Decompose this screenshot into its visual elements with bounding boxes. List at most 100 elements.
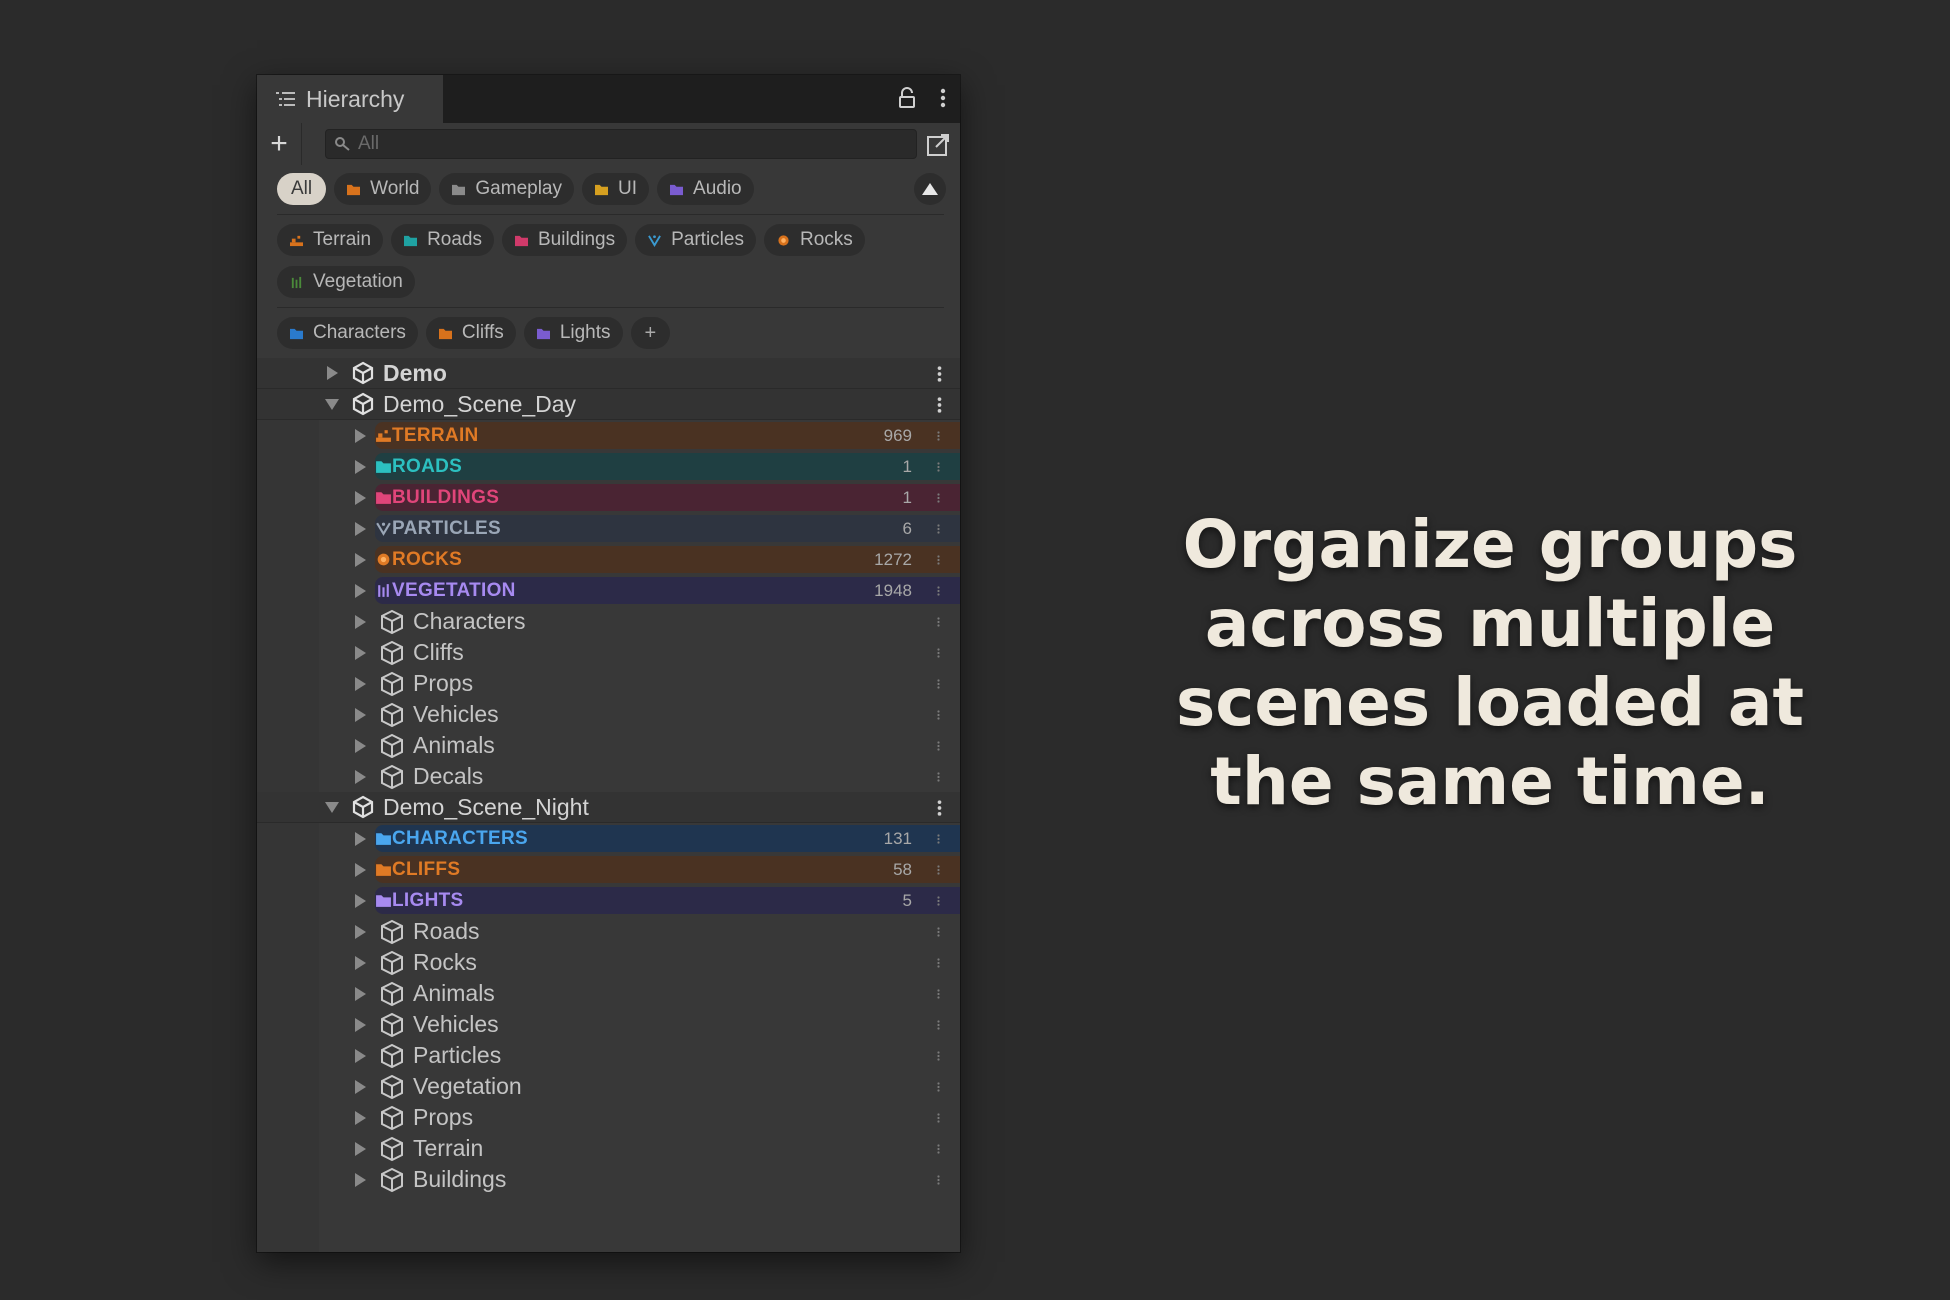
chip-all[interactable]: All — [277, 173, 327, 205]
triangle-right-icon[interactable] — [353, 738, 367, 753]
item-menu-icon[interactable] — [937, 894, 940, 908]
triangle-right-icon[interactable] — [353, 862, 367, 877]
item-menu-icon[interactable] — [937, 708, 940, 722]
chip-lights[interactable]: Lights — [523, 317, 623, 349]
triangle-right-icon[interactable] — [353, 490, 367, 505]
scene-menu-icon[interactable] — [937, 798, 942, 818]
chip-cliffs[interactable]: Cliffs — [425, 317, 516, 349]
item-menu-icon[interactable] — [937, 522, 940, 536]
group-row[interactable]: CHARACTERS 131 — [257, 823, 960, 854]
item-menu-icon[interactable] — [937, 739, 940, 753]
triangle-right-icon[interactable] — [325, 366, 339, 380]
group-badge[interactable]: ROADS 1 — [375, 453, 960, 480]
triangle-right-icon[interactable] — [353, 521, 367, 536]
triangle-right-icon[interactable] — [353, 769, 367, 784]
tree-item[interactable]: Roads — [257, 916, 960, 947]
group-row[interactable]: TERRAIN 969 — [257, 420, 960, 451]
chip-roads[interactable]: Roads — [391, 224, 494, 256]
triangle-right-icon[interactable] — [353, 1110, 367, 1125]
item-menu-icon[interactable] — [937, 615, 940, 629]
triangle-right-icon[interactable] — [353, 614, 367, 629]
tree-item[interactable]: Cliffs — [257, 637, 960, 668]
chip-audio[interactable]: Audio — [657, 173, 754, 205]
group-badge[interactable]: VEGETATION 1948 — [375, 577, 960, 604]
group-row[interactable]: CLIFFS 58 — [257, 854, 960, 885]
scene-menu-icon[interactable] — [937, 395, 942, 415]
chip-world[interactable]: World — [334, 173, 432, 205]
group-row[interactable]: LIGHTS 5 — [257, 885, 960, 916]
item-menu-icon[interactable] — [937, 584, 940, 598]
tab-hierarchy[interactable]: Hierarchy — [257, 75, 443, 123]
triangle-right-icon[interactable] — [353, 459, 367, 474]
triangle-right-icon[interactable] — [353, 1141, 367, 1156]
add-chip-button[interactable]: + — [630, 317, 671, 349]
triangle-right-icon[interactable] — [353, 583, 367, 598]
group-row[interactable]: BUILDINGS 1 — [257, 482, 960, 513]
item-menu-icon[interactable] — [937, 646, 940, 660]
item-menu-icon[interactable] — [937, 429, 940, 443]
triangle-right-icon[interactable] — [353, 552, 367, 567]
triangle-down-icon[interactable] — [325, 397, 339, 411]
scene-menu-icon[interactable] — [937, 364, 942, 384]
item-menu-icon[interactable] — [937, 677, 940, 691]
item-menu-icon[interactable] — [937, 1142, 940, 1156]
group-row[interactable]: PARTICLES 6 — [257, 513, 960, 544]
tree-item[interactable]: Rocks — [257, 947, 960, 978]
scene-row[interactable]: Demo_Scene_Day — [257, 389, 960, 420]
item-menu-icon[interactable] — [937, 863, 940, 877]
chip-particles[interactable]: Particles — [635, 224, 756, 256]
item-menu-icon[interactable] — [937, 925, 940, 939]
triangle-right-icon[interactable] — [353, 645, 367, 660]
tree-item[interactable]: Buildings — [257, 1164, 960, 1195]
search-options-icon[interactable] — [926, 131, 952, 157]
tree-item[interactable]: Vehicles — [257, 1009, 960, 1040]
chip-terrain[interactable]: Terrain — [277, 224, 384, 256]
kebab-menu-icon[interactable] — [940, 87, 946, 109]
item-menu-icon[interactable] — [937, 987, 940, 1001]
group-badge[interactable]: LIGHTS 5 — [375, 887, 960, 914]
group-row[interactable]: ROADS 1 — [257, 451, 960, 482]
group-badge[interactable]: BUILDINGS 1 — [375, 484, 960, 511]
add-object-button[interactable]: + — [257, 123, 302, 165]
item-menu-icon[interactable] — [937, 1111, 940, 1125]
triangle-right-icon[interactable] — [353, 924, 367, 939]
tree-item[interactable]: Animals — [257, 730, 960, 761]
triangle-right-icon[interactable] — [353, 676, 367, 691]
triangle-right-icon[interactable] — [353, 986, 367, 1001]
group-badge[interactable]: TERRAIN 969 — [375, 422, 960, 449]
item-menu-icon[interactable] — [937, 460, 940, 474]
item-menu-icon[interactable] — [937, 770, 940, 784]
group-badge[interactable]: CLIFFS 58 — [375, 856, 960, 883]
tree-item[interactable]: Characters — [257, 606, 960, 637]
chip-gameplay[interactable]: Gameplay — [439, 173, 575, 205]
chip-characters[interactable]: Characters — [277, 317, 418, 349]
triangle-right-icon[interactable] — [353, 1079, 367, 1094]
triangle-down-icon[interactable] — [325, 800, 339, 814]
group-row[interactable]: ROCKS 1272 — [257, 544, 960, 575]
tree-item[interactable]: Terrain — [257, 1133, 960, 1164]
triangle-right-icon[interactable] — [353, 1017, 367, 1032]
group-badge[interactable]: CHARACTERS 131 — [375, 825, 960, 852]
lock-icon[interactable] — [898, 87, 916, 109]
group-badge[interactable]: ROCKS 1272 — [375, 546, 960, 573]
chip-buildings[interactable]: Buildings — [502, 224, 628, 256]
triangle-right-icon[interactable] — [353, 1172, 367, 1187]
tree-item[interactable]: Decals — [257, 761, 960, 792]
tree-item[interactable]: Vehicles — [257, 699, 960, 730]
item-menu-icon[interactable] — [937, 553, 940, 567]
search-input[interactable]: All — [325, 129, 917, 159]
scene-row[interactable]: Demo_Scene_Night — [257, 792, 960, 823]
tree-item[interactable]: Animals — [257, 978, 960, 1009]
triangle-right-icon[interactable] — [353, 707, 367, 722]
triangle-right-icon[interactable] — [353, 955, 367, 970]
item-menu-icon[interactable] — [937, 1080, 940, 1094]
chip-ui[interactable]: UI — [582, 173, 650, 205]
item-menu-icon[interactable] — [937, 956, 940, 970]
tree-item[interactable]: Props — [257, 1102, 960, 1133]
group-row[interactable]: VEGETATION 1948 — [257, 575, 960, 606]
tree-item[interactable]: Vegetation — [257, 1071, 960, 1102]
chip-rocks[interactable]: Rocks — [763, 224, 865, 256]
triangle-right-icon[interactable] — [353, 893, 367, 908]
triangle-right-icon[interactable] — [353, 1048, 367, 1063]
item-menu-icon[interactable] — [937, 1049, 940, 1063]
